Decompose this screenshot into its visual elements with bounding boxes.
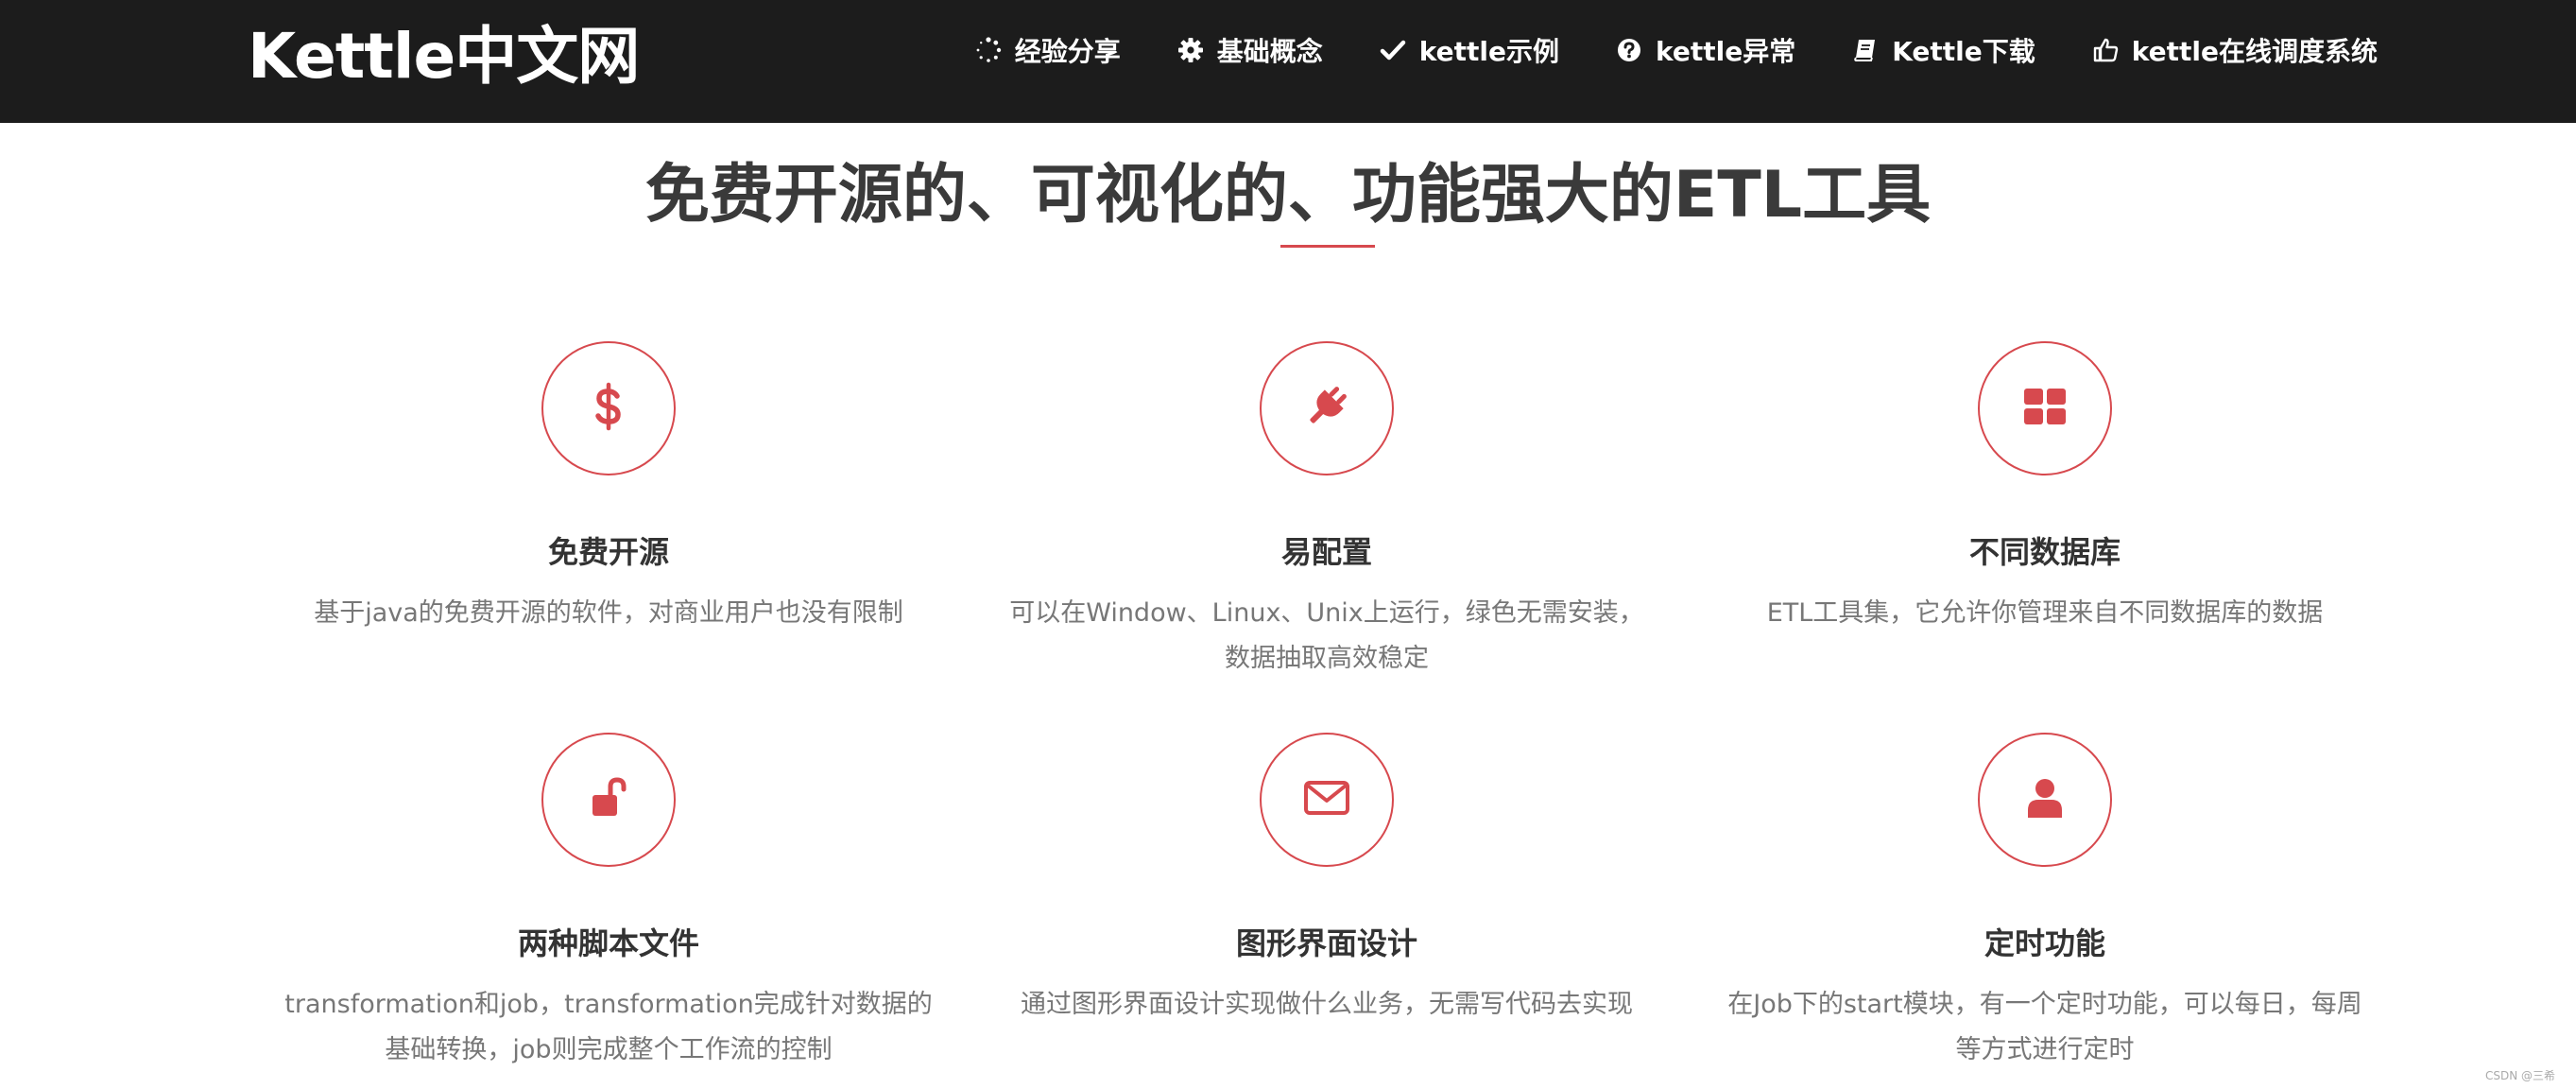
feature-icon-circle	[1260, 733, 1394, 867]
headline-divider	[1280, 245, 1375, 248]
user-icon	[2019, 772, 2070, 827]
nav-item-download[interactable]: Kettle下载	[1852, 31, 2035, 69]
envelope-icon	[1301, 772, 1352, 827]
feature-title: 免费开源	[547, 534, 669, 570]
feature-title: 易配置	[1280, 534, 1372, 570]
feature-easy-config: 易配置 可以在Window、Linux、Unix上运行，绿色无需安装， 数据抽取…	[968, 341, 1686, 682]
brand-logo[interactable]: Kettle中文网	[248, 9, 640, 104]
check-icon	[1380, 37, 1406, 63]
nav-label: 经验分享	[1014, 36, 1121, 67]
feature-title: 不同数据库	[1968, 534, 2121, 570]
book-icon	[1852, 37, 1879, 63]
nav-item-examples[interactable]: kettle示例	[1380, 31, 1559, 69]
top-navbar: Kettle中文网 经验分享 基础概念 kettle示例 kettle异常 Ke…	[0, 0, 2576, 123]
gear-icon	[1177, 37, 1204, 63]
grid-icon	[2019, 381, 2070, 436]
feature-two-script-types: 两种脚本文件 transformation和job，transformation…	[249, 733, 968, 1073]
nav-menu: 经验分享 基础概念 kettle示例 kettle异常 Kettle下载 ket…	[919, 0, 2378, 100]
dollar-icon	[583, 381, 634, 436]
feature-gui-design: 图形界面设计 通过图形界面设计实现做什么业务，无需写代码去实现	[968, 733, 1686, 1028]
feature-description: 可以在Window、Linux、Unix上运行，绿色无需安装， 数据抽取高效稳定	[1009, 598, 1644, 673]
watermark-text: CSDN @三希	[2484, 1069, 2555, 1082]
feature-free-open-source: 免费开源 基于java的免费开源的软件，对商业用户也没有限制	[249, 341, 968, 636]
feature-icon-circle	[1978, 733, 2112, 867]
feature-icon-circle	[1260, 341, 1394, 475]
feature-description: 基于java的免费开源的软件，对商业用户也没有限制	[314, 598, 903, 628]
nav-label: 基础概念	[1216, 36, 1323, 67]
feature-description: 在Job下的start模块，有一个定时功能，可以每日，每周 等方式进行定时	[1727, 990, 2362, 1064]
feature-description: ETL工具集，它允许你管理来自不同数据库的数据	[1766, 598, 2324, 628]
feature-scheduling: 定时功能 在Job下的start模块，有一个定时功能，可以每日，每周 等方式进行…	[1686, 733, 2404, 1073]
nav-item-experience[interactable]: 经验分享	[975, 31, 1121, 69]
page-headline: 免费开源的、可视化的、功能强大的ETL工具	[644, 158, 1932, 233]
question-circle-icon	[1616, 37, 1642, 63]
nav-label: kettle在线调度系统	[2131, 36, 2378, 67]
plug-icon	[1301, 381, 1352, 436]
spinner-icon	[975, 37, 1002, 63]
nav-label: kettle示例	[1418, 36, 1559, 67]
feature-icon-circle	[1978, 341, 2112, 475]
nav-label: kettle异常	[1656, 36, 1796, 67]
feature-description: 通过图形界面设计实现做什么业务，无需写代码去实现	[1021, 990, 1633, 1019]
nav-item-exceptions[interactable]: kettle异常	[1616, 31, 1795, 69]
feature-multiple-databases: 不同数据库 ETL工具集，它允许你管理来自不同数据库的数据	[1686, 341, 2404, 636]
feature-icon-circle	[541, 733, 676, 867]
feature-icon-circle	[541, 341, 676, 475]
feature-description: transformation和job，transformation完成针对数据的…	[284, 990, 933, 1064]
nav-item-scheduler[interactable]: kettle在线调度系统	[2092, 31, 2378, 69]
nav-item-concepts[interactable]: 基础概念	[1177, 31, 1323, 69]
nav-label: Kettle下载	[1892, 36, 2035, 67]
feature-title: 定时功能	[1984, 925, 2105, 961]
feature-title: 图形界面设计	[1235, 925, 1417, 961]
unlock-icon	[583, 772, 634, 827]
hand-pointer-icon	[2092, 37, 2119, 63]
feature-title: 两种脚本文件	[517, 925, 699, 961]
